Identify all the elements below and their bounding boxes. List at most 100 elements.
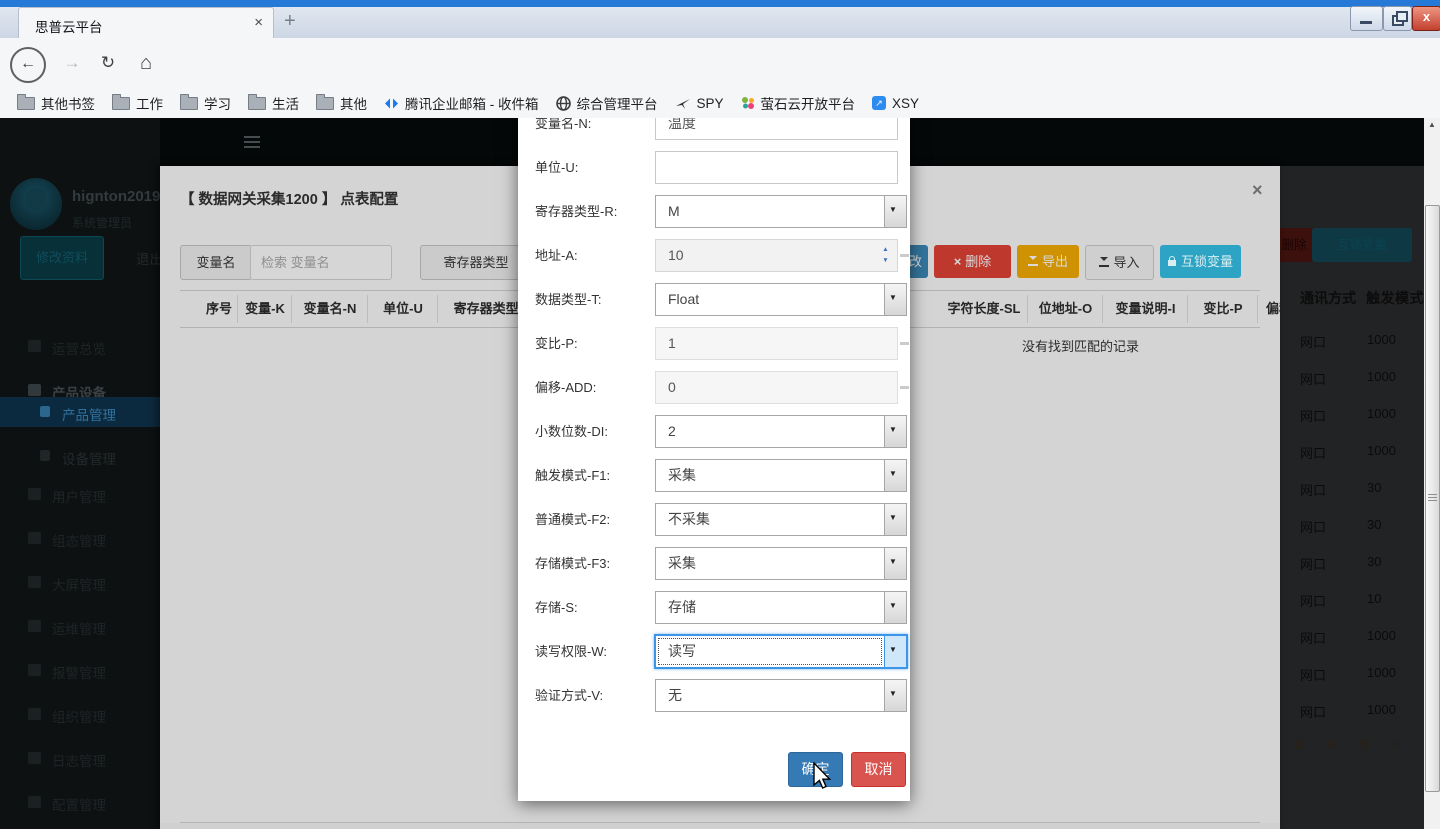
sidebar-item-map[interactable]: 地图管理 xyxy=(0,825,160,829)
variable-search-input[interactable]: 检索 变量名 xyxy=(250,245,392,280)
column-header[interactable]: 序号 xyxy=(200,291,238,327)
delete-button[interactable]: ×删除 xyxy=(934,245,1011,278)
column-header[interactable]: 单位-U xyxy=(368,291,438,327)
sidebar-item-config[interactable]: 组态管理 xyxy=(0,523,160,553)
browser-toolbar: ← → ↻ ⌂ iot.idosp.net/admin/index.html?l… xyxy=(0,38,1440,89)
column-header[interactable]: 变量-K xyxy=(238,291,292,327)
sidebar-item-screen[interactable]: 大屏管理 xyxy=(0,567,160,597)
bookmark-item[interactable]: SPY xyxy=(675,96,724,111)
variable-name-input[interactable]: 温度 xyxy=(655,118,898,140)
home-button[interactable]: ⌂ xyxy=(132,38,160,88)
chevron-down-icon[interactable] xyxy=(884,196,906,227)
chevron-down-icon[interactable] xyxy=(884,636,906,667)
tab-title: 思普云平台 xyxy=(35,16,103,36)
table-row[interactable]: 网口1000 xyxy=(1280,665,1424,685)
avatar[interactable] xyxy=(10,178,62,230)
bookmark-item[interactable]: 腾讯企业邮箱 - 收件箱 xyxy=(384,93,539,113)
chevron-down-icon[interactable] xyxy=(884,284,906,315)
chevron-down-icon[interactable] xyxy=(884,416,906,447)
chevron-down-icon[interactable] xyxy=(884,460,906,491)
device-delete-button[interactable]: 删除 xyxy=(1280,228,1314,262)
filter-field-button[interactable]: 变量名 xyxy=(180,245,252,280)
dialog-close-icon[interactable]: × xyxy=(1252,180,1263,201)
register-type-select[interactable]: M xyxy=(655,195,907,228)
chevron-down-icon[interactable] xyxy=(884,592,906,623)
chevron-down-icon[interactable] xyxy=(884,548,906,579)
sidebar-item-settings[interactable]: 配置管理 xyxy=(0,787,160,817)
column-header[interactable]: 变比-P xyxy=(1188,291,1258,327)
bookmark-folder[interactable]: 学习 xyxy=(180,93,231,113)
bookmark-folder[interactable]: 其他 xyxy=(316,93,367,113)
profile-button[interactable]: 修改资料 xyxy=(20,236,104,280)
table-row[interactable]: 网口10 xyxy=(1280,591,1424,611)
normal-mode-select[interactable]: 不采集 xyxy=(655,503,907,536)
decimals-select[interactable]: 2 xyxy=(655,415,907,448)
device-interlock-button[interactable]: 互锁变量 xyxy=(1312,228,1412,262)
data-type-select[interactable]: Float xyxy=(655,283,907,316)
table-row[interactable]: 网口1000 xyxy=(1280,406,1424,426)
cancel-button[interactable]: 取消 xyxy=(851,752,906,787)
number-spinner[interactable]: ▲▼ xyxy=(879,244,892,268)
column-header[interactable]: 变量说明-I xyxy=(1103,291,1188,327)
read-write-permission-select[interactable]: 读写 xyxy=(654,634,908,669)
sidebar-item-ops[interactable]: 运维管理 xyxy=(0,611,160,641)
interlock-variable-button[interactable]: 互锁变量 xyxy=(1160,245,1241,278)
app-menu-icon[interactable] xyxy=(244,136,260,148)
bookmark-folder[interactable]: 生活 xyxy=(248,93,299,113)
column-header[interactable]: 变量名-N xyxy=(292,291,368,327)
table-row[interactable]: 网口30 xyxy=(1280,517,1424,537)
sidebar-item-overview[interactable]: 运营总览 xyxy=(0,331,160,361)
column-header[interactable]: 偏移 xyxy=(1258,291,1280,327)
export-button[interactable]: 导出 xyxy=(1017,245,1079,278)
import-button[interactable]: 导入 xyxy=(1085,245,1154,280)
ratio-input: 1 xyxy=(655,327,898,360)
storage-mode-select[interactable]: 采集 xyxy=(655,547,907,580)
scroll-up-icon[interactable]: ▲ xyxy=(1424,120,1440,129)
sidebar-item-device-mgmt[interactable]: 设备管理 xyxy=(0,441,160,471)
forward-button[interactable]: → xyxy=(58,38,86,88)
sidebar-item-users[interactable]: 用户管理 xyxy=(0,479,160,509)
table-row[interactable]: 网口1000 xyxy=(1280,628,1424,648)
logout-button[interactable]: 退出 xyxy=(136,248,160,268)
verify-mode-select[interactable]: 无 xyxy=(655,679,907,712)
table-row[interactable]: 网口1000 xyxy=(1280,369,1424,389)
column-header[interactable]: 字符长度-SL xyxy=(940,291,1028,327)
empty-table-message: 没有找到匹配的记录 xyxy=(1022,336,1139,355)
page-number[interactable]: 5 xyxy=(1361,737,1369,752)
back-button[interactable]: ← xyxy=(10,47,46,83)
column-header[interactable]: 位地址-O xyxy=(1028,291,1103,327)
window-restore-button[interactable] xyxy=(1383,6,1412,31)
register-type-button[interactable]: 寄存器类型 xyxy=(420,245,532,280)
trigger-mode-select[interactable]: 采集 xyxy=(655,459,907,492)
tab-close-icon[interactable]: × xyxy=(254,14,263,31)
bookmark-folder[interactable]: 其他书签 xyxy=(17,93,95,113)
window-minimize-button[interactable] xyxy=(1350,6,1383,31)
page-number[interactable]: 3 xyxy=(1295,737,1303,752)
table-row[interactable]: 网口1000 xyxy=(1280,443,1424,463)
page-number[interactable]: 4 xyxy=(1328,737,1336,752)
table-row[interactable]: 网口30 xyxy=(1280,480,1424,500)
bookmark-folder[interactable]: 工作 xyxy=(112,93,163,113)
chevron-down-icon[interactable] xyxy=(884,680,906,711)
unit-input[interactable] xyxy=(655,151,898,184)
chevron-down-icon[interactable] xyxy=(884,504,906,535)
bookmark-item[interactable]: 萤石云开放平台 xyxy=(741,93,856,113)
page-number[interactable]: 6 xyxy=(1392,737,1400,752)
refresh-button[interactable]: ↻ xyxy=(94,38,122,88)
address-input[interactable]: 10 ▲▼ xyxy=(655,239,898,272)
table-row[interactable]: 网口1000 xyxy=(1280,702,1424,722)
bookmark-item[interactable]: ↗XSY xyxy=(872,96,919,111)
sidebar-item-alarm[interactable]: 报警管理 xyxy=(0,655,160,685)
new-tab-button[interactable]: + xyxy=(284,10,296,33)
table-row[interactable]: 网口1000 xyxy=(1280,332,1424,352)
window-close-button[interactable]: x xyxy=(1412,6,1440,31)
storage-select[interactable]: 存储 xyxy=(655,591,907,624)
tab-active[interactable]: 思普云平台 × xyxy=(18,7,274,39)
sidebar-item-org[interactable]: 组织管理 xyxy=(0,699,160,729)
scrollbar[interactable]: ▲ xyxy=(1424,118,1440,829)
sidebar-item-product-mgmt[interactable]: 产品管理 xyxy=(0,397,160,427)
sidebar-item-logs[interactable]: 日志管理 xyxy=(0,743,160,773)
table-row[interactable]: 网口30 xyxy=(1280,554,1424,574)
scrollbar-thumb[interactable] xyxy=(1425,205,1440,792)
bookmark-item[interactable]: 综合管理平台 xyxy=(556,93,658,113)
